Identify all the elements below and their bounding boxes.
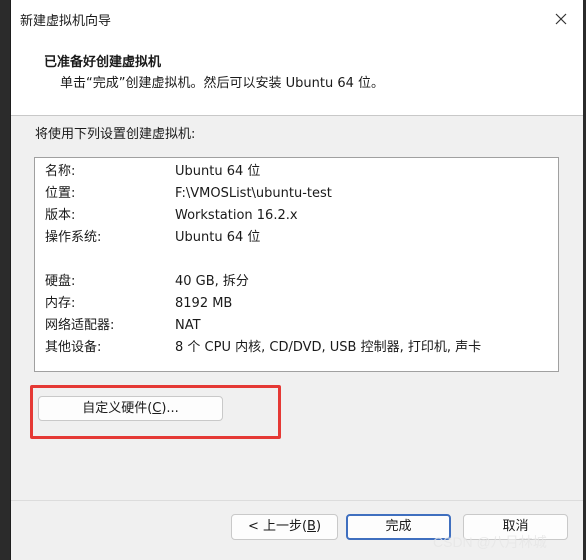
header-title: 已准备好创建虚拟机 [44,55,162,70]
summary-value: 8192 MB [175,296,233,311]
summary-label: 网络适配器: [45,318,115,333]
back-button[interactable]: < 上一步(B) [231,514,338,540]
close-icon [555,13,567,25]
summary-label: 内存: [45,296,76,311]
customize-hardware-button[interactable]: 自定义硬件(C)... [38,396,223,421]
summary-value: 40 GB, 拆分 [175,274,249,289]
header-subtitle: 单击“完成”创建虚拟机。然后可以安装 Ubuntu 64 位。 [60,76,384,91]
new-vm-wizard-dialog: 新建虚拟机向导 已准备好创建虚拟机 单击“完成”创建虚拟机。然后可以安装 Ubu… [11,0,583,560]
footer-divider [11,500,583,501]
summary-value: Ubuntu 64 位 [175,230,261,245]
settings-summary: 名称: Ubuntu 64 位 位置: F:\VMOSList\ubuntu-t… [34,157,559,372]
intro-text: 将使用下列设置创建虚拟机: [35,127,196,142]
window-title: 新建虚拟机向导 [20,14,112,29]
wizard-header: 已准备好创建虚拟机 单击“完成”创建虚拟机。然后可以安装 Ubuntu 64 位… [11,38,583,116]
summary-value: Ubuntu 64 位 [175,164,261,179]
title-bar: 新建虚拟机向导 [11,0,583,38]
csdn-watermark: CSDN @八月林城 [433,534,547,550]
summary-label: 其他设备: [45,340,102,355]
summary-label: 名称: [45,164,76,179]
summary-label: 操作系统: [45,230,102,245]
summary-value: F:\VMOSList\ubuntu-test [175,186,332,201]
summary-value: 8 个 CPU 内核, CD/DVD, USB 控制器, 打印机, 声卡 [175,340,482,355]
summary-value: NAT [175,318,201,333]
close-button[interactable] [545,4,577,34]
summary-label: 位置: [45,186,76,201]
summary-label: 硬盘: [45,274,76,289]
summary-label: 版本: [45,208,76,223]
summary-value: Workstation 16.2.x [175,208,298,223]
